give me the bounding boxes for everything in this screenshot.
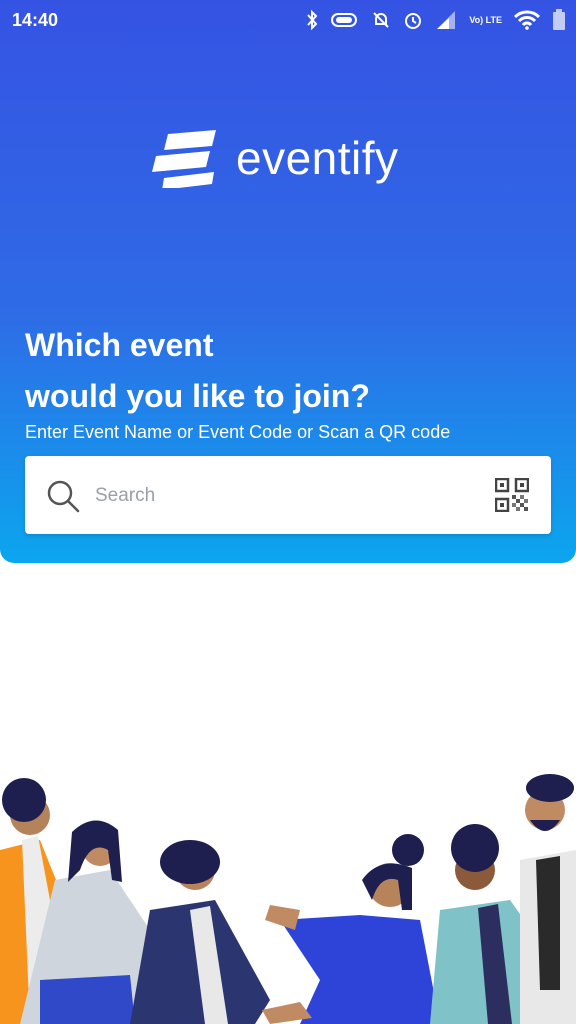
bluetooth-icon <box>307 10 318 30</box>
status-time: 14:40 <box>12 10 59 30</box>
wifi-icon <box>514 10 540 30</box>
title-line-2: would you like to join? <box>25 378 370 414</box>
brand-name: eventify <box>236 132 399 184</box>
volte-label: Vo) LTE <box>469 14 502 25</box>
eventify-logo: eventify <box>152 126 399 190</box>
instruction-text: Enter Event Name or Event Code or Scan a… <box>25 422 451 442</box>
search-icon[interactable] <box>45 478 81 514</box>
hero-banner: 14:40 Vo) LTE eventify Which event would… <box>0 0 576 563</box>
page-title: Which event would you like to join? <box>25 320 370 422</box>
battery-saver-icon <box>331 13 358 27</box>
volte-icon: Vo) LTE <box>469 14 502 25</box>
qr-code-icon[interactable] <box>495 478 529 512</box>
battery-icon <box>553 9 565 30</box>
person-blue <box>265 834 440 1024</box>
title-line-1: Which event <box>25 327 214 363</box>
notifications-off-icon <box>373 12 390 28</box>
signal-icon <box>437 11 456 29</box>
search-bar[interactable] <box>25 456 551 534</box>
alarm-icon <box>405 13 422 29</box>
person-bearded <box>520 774 576 1024</box>
people-illustration <box>0 774 576 1024</box>
person-navy <box>130 840 270 1024</box>
status-bar: 14:40 Vo) LTE <box>0 0 576 40</box>
search-input[interactable] <box>93 476 477 516</box>
eventify-logo-mark <box>152 130 216 188</box>
